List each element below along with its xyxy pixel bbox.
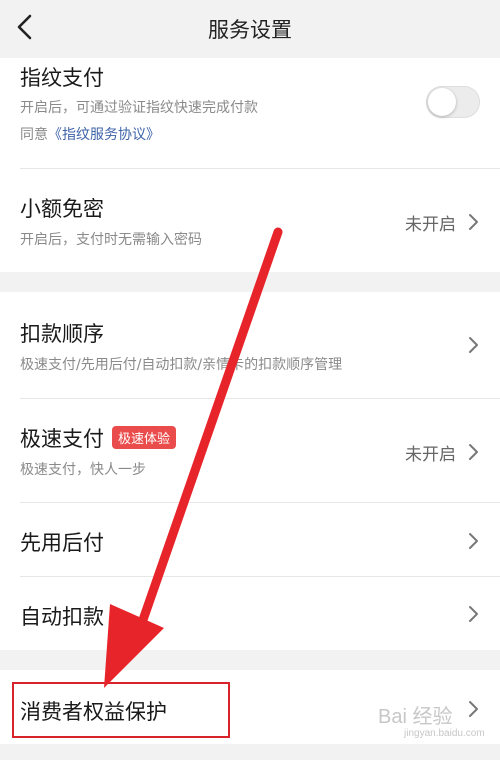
top-bar: 服务设置 — [0, 0, 500, 58]
fingerprint-agreement-link[interactable]: 《指纹服务协议》 — [48, 127, 160, 143]
pay-later-title: 先用后付 — [20, 531, 104, 555]
chevron-right-icon — [469, 337, 478, 353]
watermark-url: jingyan.baidu.com — [404, 728, 485, 739]
fingerprint-agreement: 同意《指纹服务协议》 — [20, 124, 160, 144]
express-pay-badge: 极速体验 — [112, 426, 177, 449]
toggle-knob — [428, 88, 456, 116]
auto-deduct-title: 自动扣款 — [20, 605, 104, 629]
deduct-order-title: 扣款顺序 — [20, 322, 104, 346]
fingerprint-pay-title: 指纹支付 — [20, 66, 104, 90]
settings-group-security: 指纹支付 开启后，可通过验证指纹快速完成付款 同意《指纹服务协议》 小额免密 开… — [0, 58, 500, 272]
deduct-order-desc: 极速支付/先用后付/自动扣款/亲情卡的扣款顺序管理 — [20, 357, 343, 373]
chevron-right-icon — [469, 444, 478, 460]
page-title: 服务设置 — [208, 18, 292, 42]
pay-later-row[interactable]: 先用后付 — [0, 503, 500, 577]
chevron-right-icon — [469, 533, 478, 549]
deduct-order-row[interactable]: 扣款顺序 极速支付/先用后付/自动扣款/亲情卡的扣款顺序管理 — [0, 292, 500, 399]
chevron-right-icon — [469, 701, 478, 717]
express-pay-row[interactable]: 极速支付 极速体验 极速支付，快人一步 未开启 — [0, 399, 500, 503]
small-amount-status: 未开启 — [405, 215, 456, 235]
agreement-prefix: 同意 — [20, 127, 48, 143]
auto-deduct-row[interactable]: 自动扣款 — [0, 577, 500, 650]
small-amount-title: 小额免密 — [20, 197, 104, 221]
highlight-box — [12, 682, 230, 738]
express-pay-title-wrap: 极速支付 极速体验 — [20, 423, 177, 453]
chevron-right-icon — [469, 606, 478, 622]
express-pay-desc: 极速支付，快人一步 — [20, 462, 146, 478]
chevron-right-icon — [469, 214, 478, 230]
express-pay-title: 极速支付 — [20, 427, 104, 451]
fingerprint-pay-toggle[interactable] — [426, 86, 480, 118]
express-pay-status: 未开启 — [405, 445, 456, 465]
small-amount-desc: 开启后，支付时无需输入密码 — [20, 232, 202, 248]
watermark-logo: Bai 经验 — [378, 706, 453, 728]
fingerprint-pay-desc: 开启后，可通过验证指纹快速完成付款 — [20, 100, 258, 116]
fingerprint-pay-row: 指纹支付 开启后，可通过验证指纹快速完成付款 同意《指纹服务协议》 — [0, 58, 500, 169]
small-amount-no-password-row[interactable]: 小额免密 开启后，支付时无需输入密码 未开启 — [0, 169, 500, 272]
settings-group-payment: 扣款顺序 极速支付/先用后付/自动扣款/亲情卡的扣款顺序管理 极速支付 极速体验 … — [0, 292, 500, 650]
